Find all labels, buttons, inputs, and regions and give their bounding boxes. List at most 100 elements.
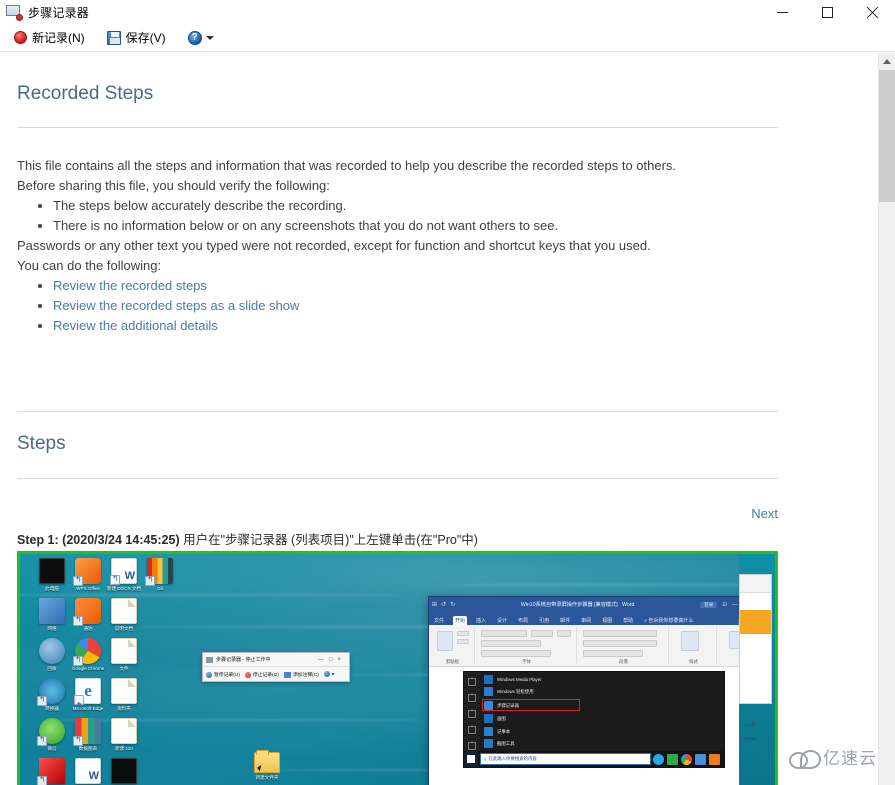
- chrome-taskbar-icon[interactable]: [681, 753, 692, 765]
- wps-taskbar-icon[interactable]: [709, 753, 720, 765]
- divider-2: [17, 411, 778, 412]
- word-minimize-button[interactable]: —: [732, 602, 738, 608]
- redo-icon[interactable]: ↻: [450, 601, 455, 608]
- align-buttons[interactable]: [583, 640, 657, 647]
- taskbar: ⌕ 在此输入你要搜索的内容: [464, 751, 724, 767]
- paste-button[interactable]: [437, 631, 453, 651]
- steps-heading: Steps: [17, 433, 66, 454]
- terminal-icon: [111, 758, 137, 784]
- desktop-icon[interactable]: 新建 110: [96, 718, 152, 752]
- background-window-strip: : 310页 : 50×60: [739, 554, 775, 785]
- right-panel-line-2: : 50×60: [741, 736, 756, 741]
- font-size-select[interactable]: [531, 630, 553, 637]
- tab-view[interactable]: 视图: [600, 616, 614, 625]
- document-icon: [111, 718, 137, 744]
- next-link[interactable]: Next: [751, 506, 778, 521]
- step-screenshot[interactable]: 此电脑 WPS Office 新建 DOCX 文档 Git 网络 通达 说明文档…: [17, 551, 778, 785]
- link-review-additional-details[interactable]: Review the additional details: [53, 318, 218, 333]
- vertical-scrollbar[interactable]: [878, 53, 895, 785]
- mini-help-button[interactable]: ▾: [323, 671, 334, 678]
- font-name-select[interactable]: [481, 630, 527, 637]
- cut-button[interactable]: [457, 631, 469, 636]
- maximize-button[interactable]: [805, 0, 850, 24]
- window-title: 步骤记录器: [28, 5, 90, 20]
- background-window: [739, 574, 772, 704]
- tab-review[interactable]: 审阅: [579, 616, 593, 625]
- mini-pause-button[interactable]: 暂停记录(U): [206, 671, 240, 678]
- text-effects-button[interactable]: [557, 630, 571, 637]
- step-text: 用户在"步骤记录器 (列表项目)"上左键单击(在"Pro"中): [179, 533, 478, 547]
- windows-start-icon[interactable]: [464, 751, 478, 767]
- close-button[interactable]: [850, 0, 895, 24]
- desktop-icon[interactable]: 文件: [96, 638, 152, 672]
- record-circle-icon: [14, 31, 27, 44]
- spacing-buttons[interactable]: [583, 650, 643, 657]
- desktop-folder[interactable]: 新建文件夹: [245, 750, 289, 781]
- desktop-icon[interactable]: 资料夹: [96, 678, 152, 712]
- new-record-button[interactable]: 新记录(N): [8, 27, 91, 49]
- font-style-buttons[interactable]: [481, 640, 541, 647]
- search-placeholder: 在此输入你要搜索的内容: [488, 756, 537, 761]
- group-label: 段落: [619, 659, 628, 664]
- mini-comment-button[interactable]: 添加注释(C): [283, 671, 319, 678]
- tab-layout[interactable]: 布局: [516, 616, 530, 625]
- copy-button[interactable]: [457, 639, 469, 644]
- tab-design[interactable]: 设计: [495, 616, 509, 625]
- scroll-up-button[interactable]: [879, 53, 895, 70]
- start-menu-item[interactable]: 记事本: [484, 726, 510, 737]
- desktop-icon-label: 说明文档: [114, 626, 134, 631]
- mini-stop-button[interactable]: 停止记录(O): [244, 671, 279, 678]
- tab-help[interactable]: 帮助: [621, 616, 635, 625]
- start-menu-item[interactable]: 画图: [484, 713, 506, 724]
- link-review-recorded-steps[interactable]: Review the recorded steps: [53, 278, 207, 293]
- word-window[interactable]: ⊞ ↺ ↻ Win10系统自带录屏操作步骤器 [兼容模式] Word 登录 ⊡ …: [428, 596, 758, 785]
- list-buttons[interactable]: [583, 630, 657, 637]
- pictures-icon[interactable]: [468, 710, 476, 718]
- chevron-down-icon[interactable]: [205, 35, 214, 40]
- documents-icon[interactable]: [468, 694, 476, 702]
- help-button[interactable]: ?: [182, 27, 220, 49]
- tab-mailings[interactable]: 邮件: [558, 616, 572, 625]
- start-menu-item[interactable]: Windows 轻松使用: [484, 686, 534, 697]
- window-titlebar: 步骤记录器: [0, 0, 895, 24]
- word-document-body[interactable]: Windows Media Player Windows 轻松使用 步骤记录器 …: [429, 667, 757, 785]
- quick-access-toolbar[interactable]: ⊞ ↺ ↻: [432, 601, 455, 608]
- settings-icon[interactable]: [468, 726, 476, 734]
- scrollbar-thumb[interactable]: [879, 70, 895, 202]
- sign-in-pill[interactable]: 登录: [700, 601, 718, 608]
- taskbar-search-input[interactable]: ⌕ 在此输入你要搜索的内容: [480, 753, 651, 765]
- desktop-wallpaper: 此电脑 WPS Office 新建 DOCX 文档 Git 网络 通达 说明文档…: [20, 554, 775, 785]
- word-ribbon-tabs[interactable]: 文件 开始 插入 设计 布局 引用 邮件 审阅 视图 帮助 ⌕ 告诉我你想要做什…: [429, 612, 757, 625]
- tab-insert[interactable]: 插入: [474, 616, 488, 625]
- help-icon: ?: [187, 30, 202, 45]
- minimize-button[interactable]: [760, 0, 805, 24]
- undo-icon[interactable]: ↺: [441, 601, 446, 608]
- word-titlebar: ⊞ ↺ ↻ Win10系统自带录屏操作步骤器 [兼容模式] Word 登录 ⊡ …: [429, 597, 757, 612]
- desktop-icon[interactable]: Git: [132, 558, 188, 592]
- edge-taskbar-icon[interactable]: [653, 753, 664, 765]
- app-taskbar-icon[interactable]: [695, 753, 706, 765]
- step-label: Step 1:: [17, 533, 59, 547]
- styles-gallery[interactable]: [681, 631, 699, 651]
- save-icon[interactable]: ⊞: [432, 601, 437, 608]
- desktop-icon[interactable]: FORTIC: [96, 758, 152, 785]
- save-button[interactable]: 保存(V): [101, 27, 172, 49]
- font-color-buttons[interactable]: [481, 650, 551, 657]
- minimize-icon: [777, 11, 788, 13]
- tab-references[interactable]: 引用: [537, 616, 551, 625]
- ribbon-display-icon[interactable]: ⊡: [722, 602, 727, 608]
- power-icon[interactable]: [468, 742, 476, 750]
- tab-home[interactable]: 开始: [453, 616, 468, 625]
- background-window-header: [740, 575, 771, 593]
- mini-steps-recorder-dialog[interactable]: 步骤记录器 - 停止工作中 —□× 暂停记录(U) 停止记录(O) 添加注释(C…: [202, 652, 350, 682]
- explorer-taskbar-icon[interactable]: [667, 753, 678, 765]
- mini-dialog-window-controls[interactable]: —□×: [318, 657, 349, 663]
- start-menu-item[interactable]: 截图工具: [484, 738, 515, 749]
- link-review-slide-show[interactable]: Review the recorded steps as a slide sho…: [53, 298, 299, 313]
- step-description: Step 1: (2020/3/24 14:45:25) 用户在"步骤记录器 (…: [17, 529, 478, 548]
- tab-file[interactable]: 文件: [432, 616, 446, 625]
- hamburger-icon[interactable]: [468, 678, 476, 686]
- start-menu-item[interactable]: Windows Media Player: [484, 674, 542, 685]
- desktop-icon[interactable]: 说明文档: [96, 598, 152, 632]
- tell-me-box[interactable]: ⌕ 告诉我你想要做什么: [642, 616, 695, 625]
